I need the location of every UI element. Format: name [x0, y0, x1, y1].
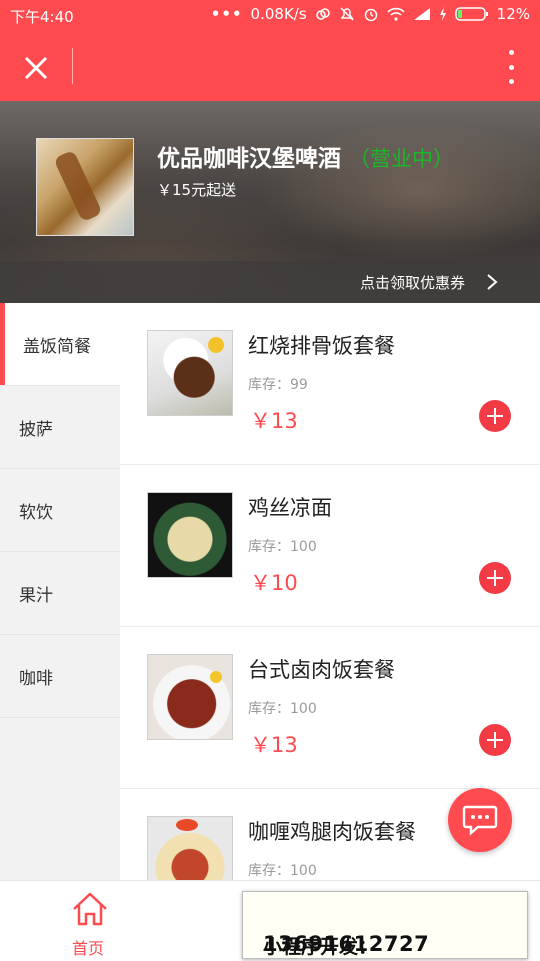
link-icon [315, 8, 330, 20]
shop-title: 优品咖啡汉堡啤酒 （营业中） [157, 139, 454, 173]
product-image [147, 330, 233, 416]
category-label: 咖啡 [19, 669, 53, 689]
status-dots: ••• [210, 5, 243, 23]
shop-min-order: ￥15元起送 [157, 181, 237, 199]
category-item-juice[interactable]: 果汁 [0, 552, 120, 635]
product-image [147, 492, 233, 578]
tab-home-label: 首页 [72, 939, 105, 958]
chat-bubble-icon [462, 805, 498, 836]
product-stock: 库存：100 [248, 701, 317, 717]
list-item[interactable]: 红烧排骨饭套餐 库存：99 ￥13 [120, 303, 540, 465]
wifi-icon [387, 7, 405, 21]
add-to-cart-button[interactable] [479, 562, 511, 594]
status-time: 下午4:40 [10, 8, 74, 26]
product-stock: 库存：99 [248, 377, 308, 393]
list-item[interactable]: 鸡丝凉面 库存：100 ￥10 [120, 465, 540, 627]
coupon-label: 点击领取优惠券 [359, 274, 465, 292]
category-label: 软饮 [19, 503, 53, 523]
product-name: 台式卤肉饭套餐 [248, 658, 395, 682]
product-image [147, 816, 233, 880]
shop-open-status: （营业中） [349, 147, 454, 171]
product-name: 鸡丝凉面 [248, 496, 332, 520]
promo-banner: 小程序开发： 13691612727 [242, 891, 528, 959]
category-item-coffee[interactable]: 咖啡 [0, 635, 120, 718]
product-name: 红烧排骨饭套餐 [248, 334, 395, 358]
top-bar: 下午4:40 ••• 0.08K/s 12% [0, 0, 540, 101]
bottom-tab-bar: 首页 小程序开发： 13691612727 [0, 880, 540, 961]
product-price: ￥13 [250, 409, 298, 433]
category-label: 果汁 [19, 586, 53, 606]
product-stock: 库存：100 [248, 863, 317, 879]
coupon-bar[interactable]: 点击领取优惠券 [0, 261, 540, 303]
shop-logo [36, 138, 134, 236]
category-sidebar: 盖饭简餐 披萨 软饮 果汁 咖啡 [0, 303, 120, 880]
nav-divider [72, 48, 73, 84]
chat-button[interactable] [448, 788, 512, 852]
home-icon [73, 892, 107, 926]
product-price: ￥10 [250, 571, 298, 595]
more-menu-icon[interactable] [506, 50, 516, 84]
close-icon[interactable] [20, 52, 52, 84]
tab-home[interactable]: 首页 [60, 887, 120, 958]
category-item-rice-meals[interactable]: 盖饭简餐 [0, 303, 120, 386]
mute-bell-icon [340, 7, 354, 21]
category-item-pizza[interactable]: 披萨 [0, 386, 120, 469]
shop-name: 优品咖啡汉堡啤酒 [157, 146, 341, 172]
chevron-right-icon [487, 274, 498, 290]
charging-icon [439, 7, 446, 21]
promo-phone: 13691612727 [263, 932, 430, 956]
signal-icon [413, 8, 430, 20]
status-bar: 下午4:40 ••• 0.08K/s 12% [0, 0, 540, 31]
category-label: 披萨 [19, 420, 53, 440]
category-label: 盖饭简餐 [23, 337, 91, 357]
battery-icon [454, 7, 488, 21]
product-stock: 库存：100 [248, 539, 317, 555]
shop-header: 优品咖啡汉堡啤酒 （营业中） ￥15元起送 点击领取优惠券 [0, 101, 540, 303]
add-to-cart-button[interactable] [479, 400, 511, 432]
product-image [147, 654, 233, 740]
status-indicators: ••• 0.08K/s 12% [211, 5, 530, 23]
add-to-cart-button[interactable] [479, 724, 511, 756]
network-speed: 0.08K/s [250, 5, 307, 23]
list-item[interactable]: 台式卤肉饭套餐 库存：100 ￥13 [120, 627, 540, 789]
product-name: 咖喱鸡腿肉饭套餐 [248, 820, 416, 844]
battery-level: 12% [496, 5, 530, 23]
product-price: ￥13 [250, 733, 298, 757]
category-item-soft-drinks[interactable]: 软饮 [0, 469, 120, 552]
alarm-icon [364, 8, 377, 22]
